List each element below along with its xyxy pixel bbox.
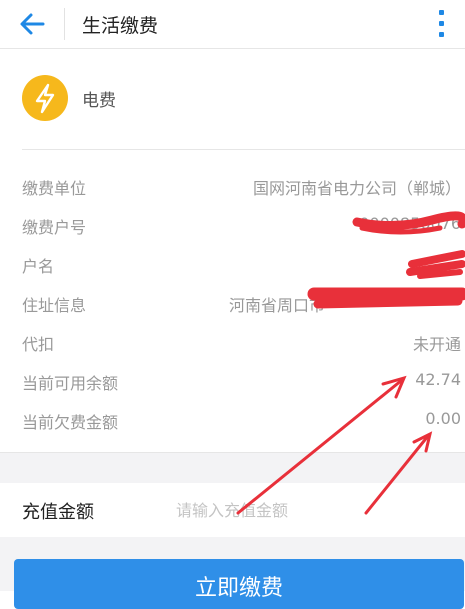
arrow-left-icon <box>20 13 45 35</box>
recharge-row: 充值金额 <box>0 483 465 537</box>
info-value: 0000856076 <box>359 214 461 233</box>
pay-now-button[interactable]: 立即缴费 <box>14 559 464 609</box>
info-row-address: 住址信息 河南省周口市 <box>0 283 465 322</box>
info-value: 0.00 <box>425 409 461 428</box>
recharge-amount-input[interactable] <box>176 495 446 525</box>
bill-type-icon-circle <box>22 75 68 121</box>
more-icon-dot <box>439 21 444 26</box>
info-label: 户名 <box>22 257 55 276</box>
bill-type-row: 电费 <box>0 49 465 149</box>
info-row-name: 户名 <box>0 244 465 283</box>
more-button[interactable] <box>431 8 451 40</box>
info-label: 住址信息 <box>22 296 87 315</box>
info-label: 当前可用余额 <box>22 374 119 393</box>
page-title: 生活缴费 <box>82 15 159 37</box>
info-row-payee: 缴费单位 国网河南省电力公司（郸城） <box>0 166 465 205</box>
info-label: 缴费户号 <box>22 218 87 237</box>
info-value: 42.74 <box>415 370 461 389</box>
section-divider <box>22 149 465 150</box>
info-label: 缴费单位 <box>22 179 87 198</box>
info-row-arrears: 当前欠费金额 0.00 <box>0 400 465 439</box>
info-label: 代扣 <box>22 335 55 354</box>
more-vertical-icon <box>439 10 444 15</box>
bill-type-label: 电费 <box>82 91 116 111</box>
lightning-bolt-icon <box>35 83 55 114</box>
info-row-auto-debit: 代扣 未开通 <box>0 322 465 361</box>
header-divider <box>64 8 65 40</box>
info-value: 河南省周口市 <box>228 296 325 315</box>
app-header: 生活缴费 <box>0 0 465 49</box>
more-icon-dot <box>439 32 444 37</box>
info-value: 国网河南省电力公司（郸城） <box>252 179 461 198</box>
section-spacer <box>0 452 465 484</box>
info-row-account: 缴费户号 0000856076 <box>0 205 465 244</box>
info-row-balance: 当前可用余额 42.74 <box>0 361 465 400</box>
recharge-label: 充值金额 <box>22 502 94 523</box>
back-button[interactable] <box>16 8 48 40</box>
info-value: 未开通 <box>412 335 461 354</box>
info-label: 当前欠费金额 <box>22 413 119 432</box>
